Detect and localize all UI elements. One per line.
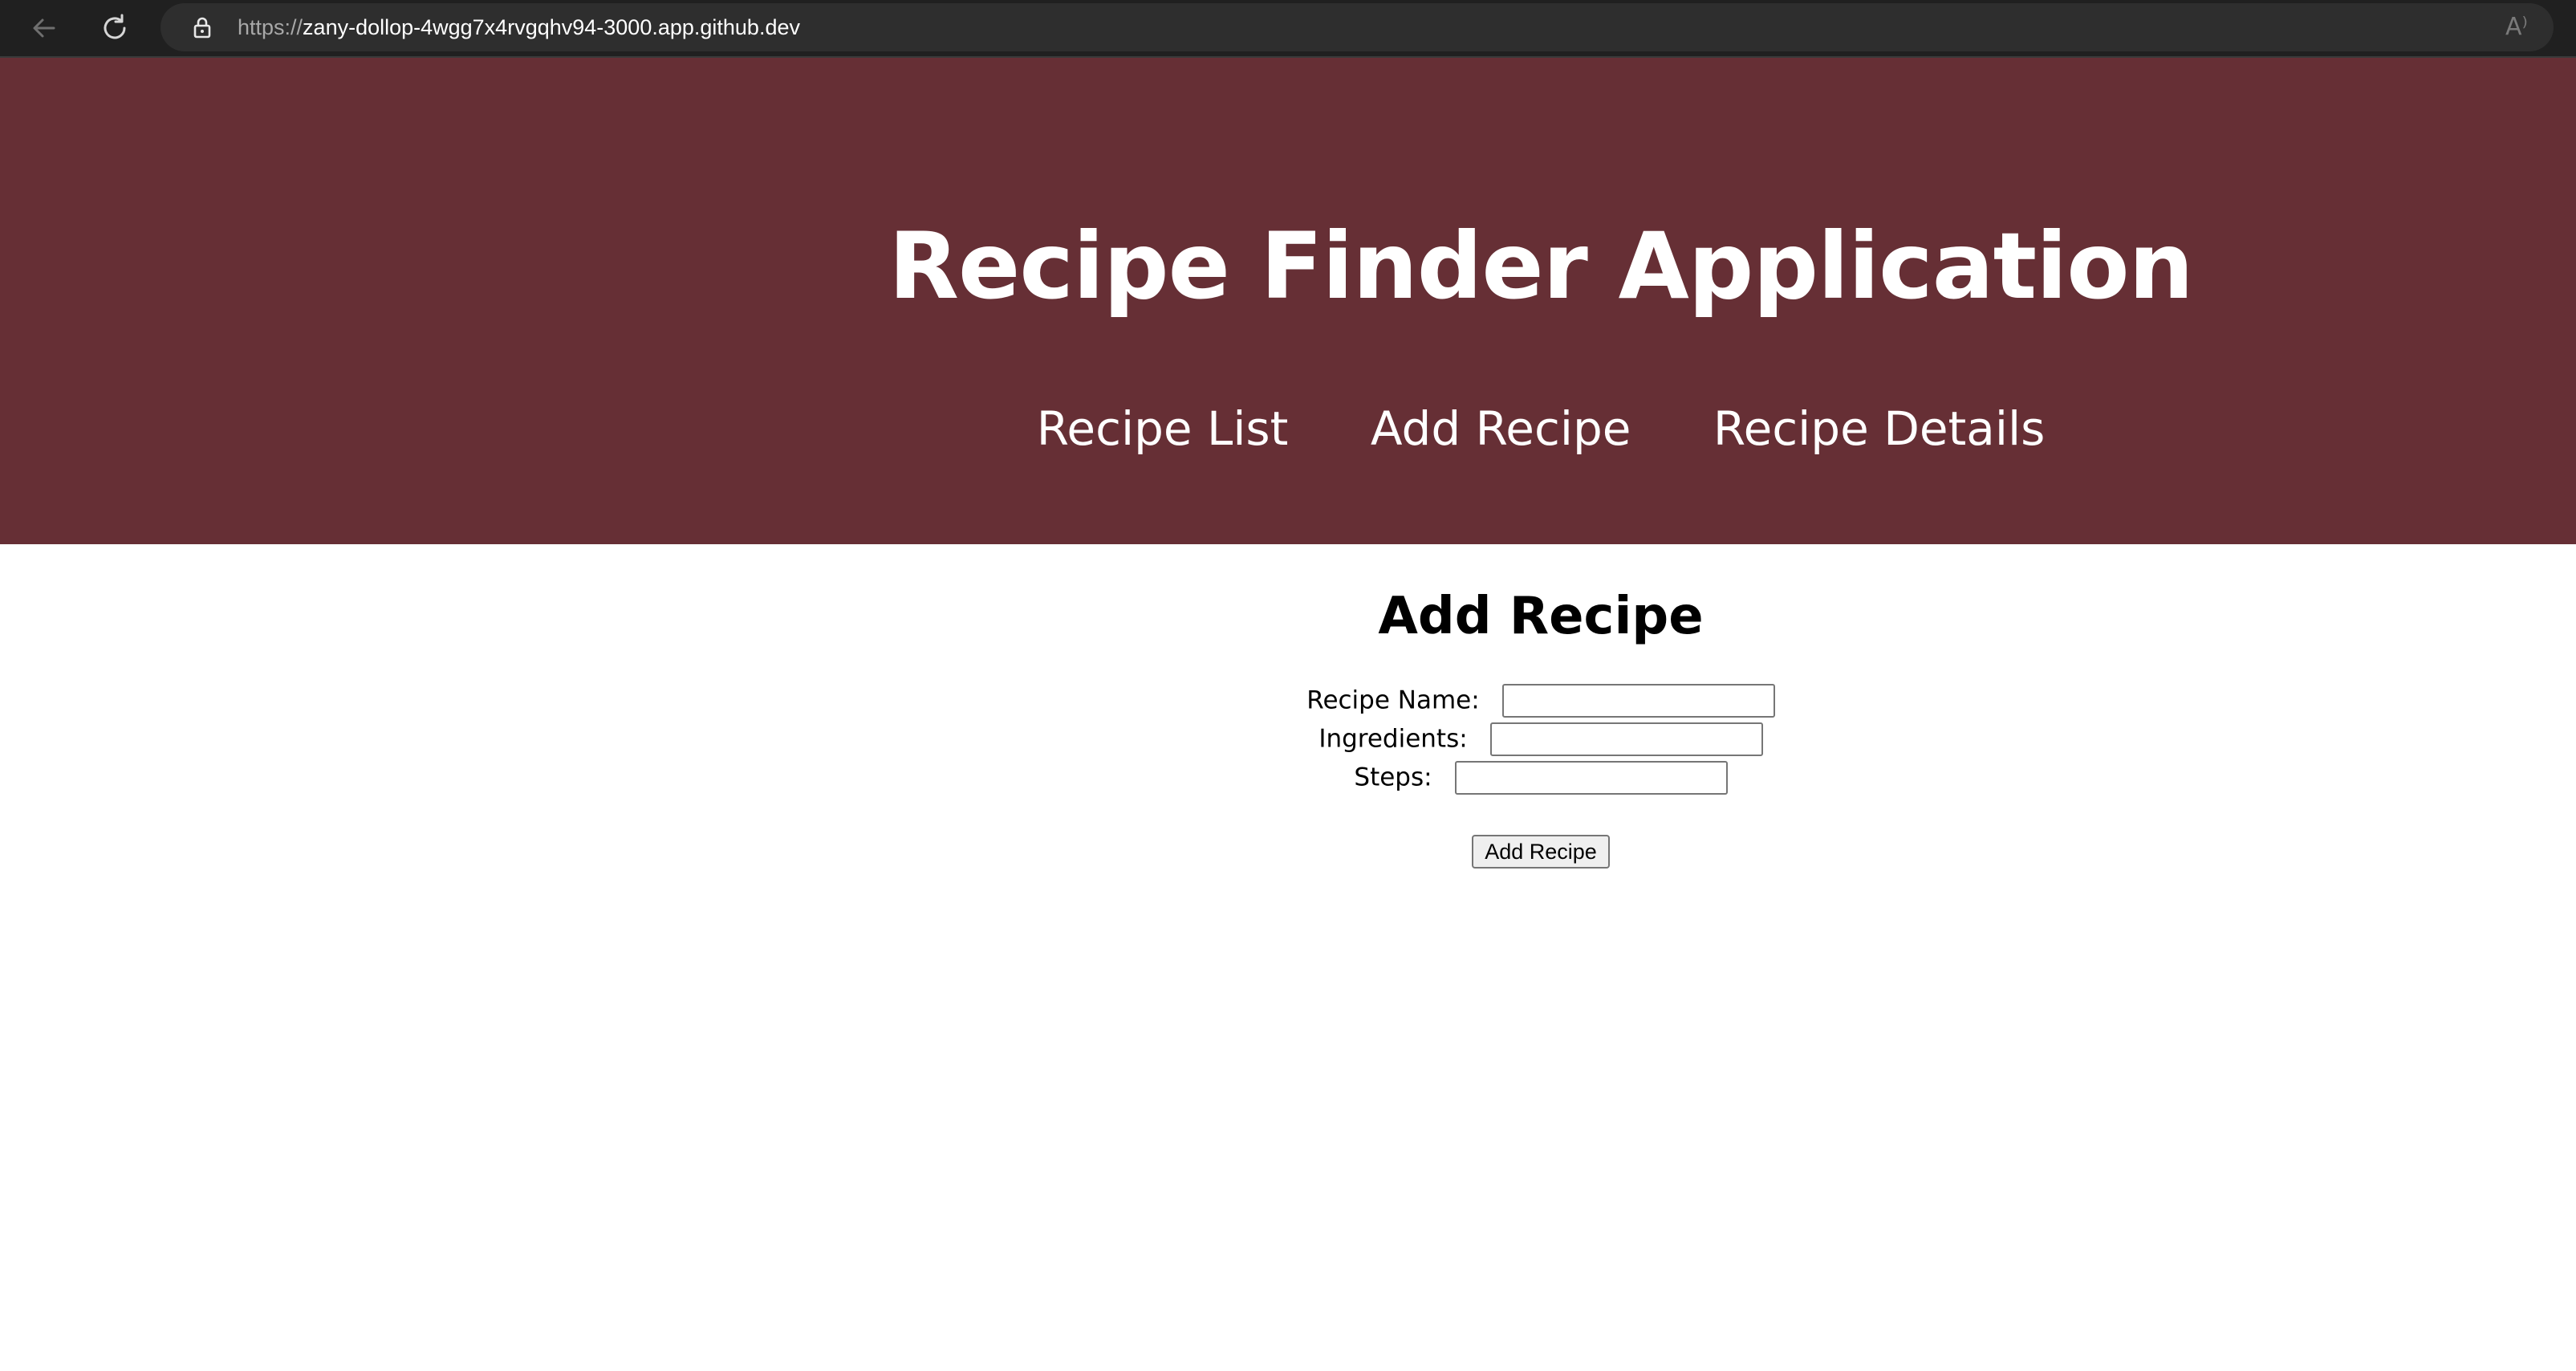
ingredients-input[interactable] bbox=[1489, 722, 1763, 756]
form-title: Add Recipe bbox=[1378, 587, 1704, 646]
ingredients-label: Ingredients: bbox=[1318, 724, 1468, 754]
recipe-name-row: Recipe Name: bbox=[0, 682, 2576, 718]
reload-button[interactable] bbox=[93, 6, 136, 50]
recipe-name-label: Recipe Name: bbox=[1306, 686, 1480, 715]
main-nav: Recipe List Add Recipe Recipe Details bbox=[0, 397, 2576, 461]
url-scheme: https:// bbox=[238, 15, 303, 39]
recipe-name-input[interactable] bbox=[1501, 683, 1775, 718]
lock-icon[interactable] bbox=[189, 14, 215, 40]
steps-label: Steps: bbox=[1354, 763, 1432, 792]
nav-add-recipe[interactable]: Add Recipe bbox=[1371, 401, 1631, 456]
steps-row: Steps: bbox=[0, 759, 2576, 795]
browser-toolbar: https://zany-dollop-4wgg7x4rvgqhv94-3000… bbox=[0, 0, 2576, 56]
read-aloud-icon[interactable]: A⁾ bbox=[2505, 13, 2537, 42]
app-title: Recipe Finder Application bbox=[888, 213, 2193, 319]
add-recipe-button[interactable]: Add Recipe bbox=[1472, 835, 1610, 869]
ingredients-row: Ingredients: bbox=[0, 721, 2576, 756]
reload-icon bbox=[104, 14, 126, 39]
submit-row: Add Recipe bbox=[0, 835, 2576, 869]
arrow-left-icon bbox=[33, 18, 55, 38]
url-host: zany-dollop-4wgg7x4rvgqhv94-3000.app.git… bbox=[303, 15, 800, 39]
back-button[interactable] bbox=[22, 6, 66, 50]
nav-recipe-list[interactable]: Recipe List bbox=[1037, 401, 1289, 456]
address-bar[interactable]: https://zany-dollop-4wgg7x4rvgqhv94-3000… bbox=[160, 3, 2554, 51]
nav-recipe-details[interactable]: Recipe Details bbox=[1713, 401, 2045, 456]
url-text[interactable]: https://zany-dollop-4wgg7x4rvgqhv94-3000… bbox=[238, 11, 800, 43]
app-header: Recipe Finder Application Recipe List Ad… bbox=[0, 58, 2576, 544]
steps-input[interactable] bbox=[1454, 760, 1728, 795]
